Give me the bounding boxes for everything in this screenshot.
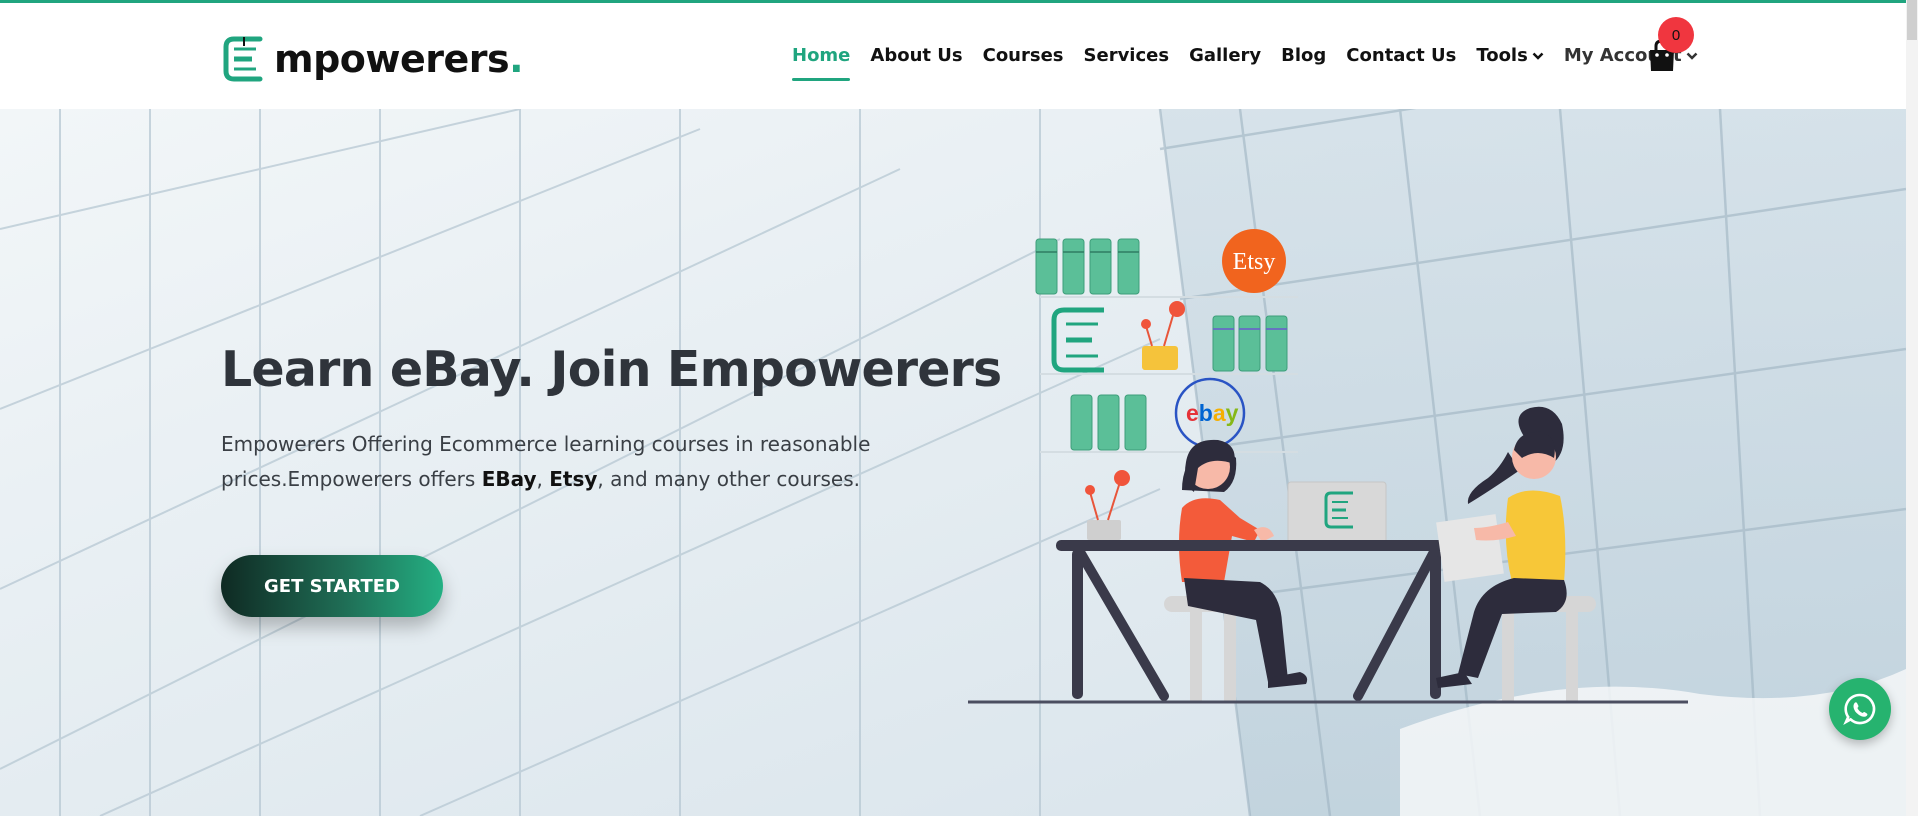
main-nav: Home About Us Courses Services Gallery B… [792, 45, 1718, 81]
hero-description: Empowerers Offering Ecommerce learning c… [221, 432, 871, 491]
nav-about-us[interactable]: About Us [870, 45, 962, 66]
nav-tools[interactable]: Tools [1476, 45, 1544, 66]
hero-title: Learn eBay. Join Empowerers [221, 341, 1002, 398]
plant-pot [1085, 470, 1130, 540]
page-scrollbar[interactable] [1906, 0, 1918, 816]
hero-illustration: Etsy ebay [968, 229, 1688, 704]
hero-ebay-bold: EBay [481, 467, 537, 491]
nav-services[interactable]: Services [1084, 45, 1170, 66]
get-started-button[interactable]: GET STARTED [221, 555, 443, 617]
nav-contact-us[interactable]: Contact Us [1346, 45, 1456, 66]
chevron-down-icon [1532, 52, 1544, 60]
logo-dot: . [509, 37, 524, 81]
site-logo[interactable]: mpowerers. [220, 33, 524, 85]
nav-blog[interactable]: Blog [1281, 45, 1326, 66]
hero-etsy-bold: Etsy [549, 467, 598, 491]
desk [968, 540, 1688, 704]
whatsapp-icon [1843, 693, 1876, 726]
whatsapp-button[interactable] [1829, 678, 1891, 740]
nav-home[interactable]: Home [792, 45, 851, 81]
site-header: mpowerers. Home About Us Courses Service… [0, 3, 1906, 109]
chevron-down-icon [1686, 52, 1698, 60]
nav-courses[interactable]: Courses [983, 45, 1064, 66]
logo-mark-icon [1051, 307, 1104, 373]
svg-text:ebay: ebay [1186, 400, 1239, 426]
ebay-badge: ebay [1174, 377, 1246, 449]
logo-text: mpowerers. [274, 37, 524, 81]
laptop [1287, 481, 1387, 545]
person-right [1436, 406, 1567, 688]
svg-text:Etsy: Etsy [1233, 249, 1276, 275]
logo-mark-icon [223, 36, 263, 82]
etsy-badge: Etsy [1222, 229, 1286, 293]
nav-gallery[interactable]: Gallery [1189, 45, 1261, 66]
cart-count-badge: 0 [1658, 17, 1694, 53]
page-scrollbar-thumb[interactable] [1907, 0, 1917, 40]
